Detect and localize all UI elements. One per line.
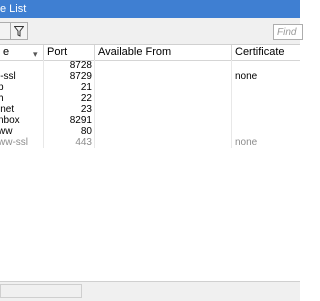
cell-available-from (95, 93, 232, 104)
table-header: e ▾ Port Available From Certificate (0, 45, 300, 61)
table-row[interactable]: i 8728 (0, 60, 300, 71)
cell-certificate (232, 104, 300, 115)
table-row-disabled[interactable]: ww-ssl 443 none (0, 137, 300, 148)
cell-name: lnet (0, 104, 44, 115)
table-row[interactable]: nbox 8291 (0, 115, 300, 126)
cell-port: 8728 (44, 60, 95, 71)
cell-name: ww-ssl (0, 137, 44, 148)
table-row[interactable]: ww 80 (0, 126, 300, 137)
cell-certificate (232, 82, 300, 93)
cell-certificate (232, 93, 300, 104)
table-row[interactable]: p 21 (0, 82, 300, 93)
cell-available-from (95, 137, 232, 148)
cell-name: ww (0, 126, 44, 137)
status-panel (0, 284, 82, 298)
cell-name: i-ssl (0, 71, 44, 82)
cell-available-from (95, 82, 232, 93)
cell-name: p (0, 82, 44, 93)
cell-port: 22 (44, 93, 95, 104)
window-title: e List (0, 3, 27, 15)
cell-available-from (95, 60, 232, 71)
cell-certificate: none (235, 137, 258, 148)
column-header-label: Certificate (235, 46, 285, 58)
status-bar (0, 281, 300, 301)
toolbar (0, 18, 300, 44)
service-list-window: e List e ▾ Port Available From Certifica… (0, 0, 303, 301)
column-header-port[interactable]: Port (44, 45, 95, 60)
column-header-label: Port (47, 46, 68, 58)
table-row[interactable]: h 22 (0, 93, 300, 104)
table-row[interactable]: i-ssl 8729 none (0, 71, 300, 82)
cell-certificate (232, 60, 300, 71)
cell-certificate: none (235, 71, 258, 82)
filter-icon (14, 26, 24, 37)
cell-name: h (0, 93, 44, 104)
column-header-name[interactable]: e ▾ (0, 45, 44, 60)
filter-button[interactable] (10, 22, 28, 40)
find-input[interactable] (273, 24, 303, 40)
column-header-label: Available From (98, 46, 172, 58)
column-header-available-from[interactable]: Available From (95, 45, 232, 60)
cell-name: i (0, 60, 44, 71)
service-table: e ▾ Port Available From Certificate i 87… (0, 44, 300, 282)
column-header-certificate[interactable]: Certificate (232, 45, 300, 60)
cell-port: 80 (44, 126, 95, 137)
cell-certificate (232, 115, 300, 126)
cell-available-from (95, 126, 232, 137)
cell-port: 23 (44, 104, 95, 115)
cell-port: 8291 (44, 115, 95, 126)
table-row[interactable]: lnet 23 (0, 104, 300, 115)
cell-available-from (95, 115, 232, 126)
cell-port: 443 (44, 137, 95, 148)
cell-available-from (95, 104, 232, 115)
cell-name: nbox (0, 115, 44, 126)
cell-port: 21 (44, 82, 95, 93)
cell-certificate (232, 126, 300, 137)
cell-port: 8729 (44, 71, 95, 82)
sort-indicator-icon: ▾ (33, 49, 38, 59)
column-header-label: e (3, 46, 10, 58)
title-bar[interactable]: e List (0, 0, 300, 18)
cell-available-from (95, 71, 232, 82)
